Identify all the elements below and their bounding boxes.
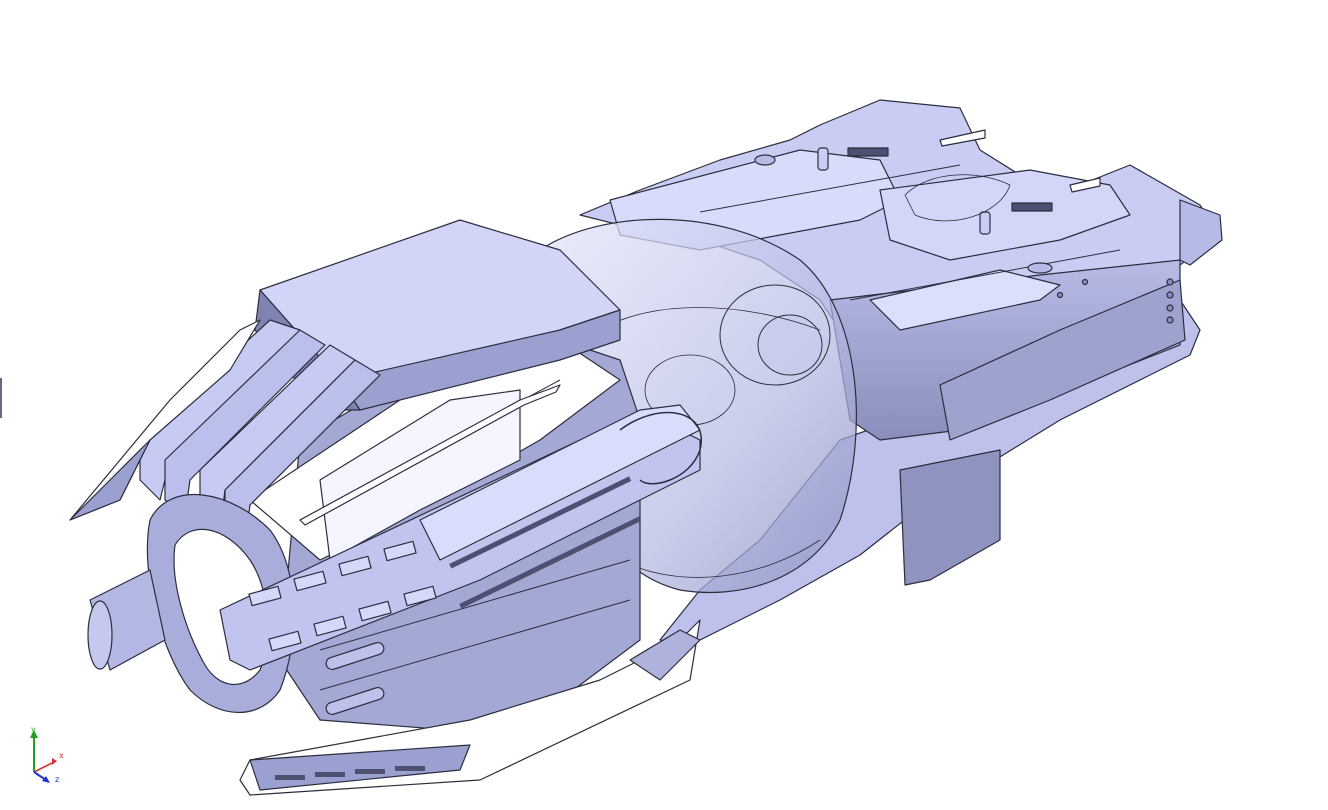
viewport-edge-marker	[0, 378, 2, 418]
rear-pod-end-cap	[1179, 199, 1223, 266]
cad-3d-model[interactable]	[0, 0, 1328, 810]
x-axis-arrow	[52, 758, 57, 765]
z-axis-label: z	[55, 775, 59, 784]
x-axis-label: x	[59, 751, 64, 760]
nozzle-barrel-end	[87, 600, 113, 670]
y-axis-label: y	[31, 726, 36, 734]
graphics-viewport[interactable]: y x z	[0, 0, 1328, 810]
left-upper-wing-edge	[69, 439, 151, 521]
axis-triad: y x z	[30, 726, 64, 784]
model-body	[69, 99, 1223, 796]
x-axis-line	[33, 761, 55, 773]
rear-lower-block	[899, 449, 1001, 586]
